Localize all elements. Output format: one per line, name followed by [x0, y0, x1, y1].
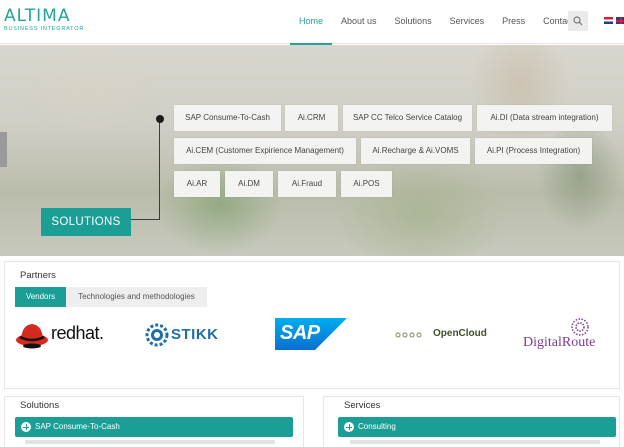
english-flag-icon[interactable] [616, 17, 624, 24]
stikk-wordmark: STIKK [171, 326, 219, 343]
digitalroute-wordmark: DigitalRoute [523, 335, 596, 350]
main-nav: Home About us Solutions Services Press C… [290, 0, 583, 45]
plus-icon [344, 422, 354, 432]
redhat-logo[interactable]: redhat. [15, 314, 115, 354]
digitalroute-dots-icon [571, 318, 589, 336]
stikk-logo[interactable]: STIKK [145, 314, 235, 354]
solution-ai-ar[interactable]: Ai.AR [174, 171, 220, 197]
logo-tagline: BUSINESS INTEGRATOR [4, 26, 85, 32]
redhat-wordmark: redhat. [51, 323, 104, 343]
nav-press[interactable]: Press [493, 0, 534, 44]
logo-wordmark: ALTIMA [4, 6, 71, 26]
opencloud-logo[interactable]: OpenCloud [395, 314, 490, 354]
search-icon [573, 16, 583, 26]
nav-about-us[interactable]: About us [332, 0, 386, 44]
services-panel-title: Services [344, 400, 381, 411]
solution-ai-di[interactable]: Ai.DI (Data stream integration) [477, 105, 612, 131]
nav-solutions[interactable]: Solutions [386, 0, 441, 44]
sap-logo[interactable]: SAP [275, 314, 350, 354]
accordion-sap-consume-to-cash[interactable]: SAP Consume-To-Cash [15, 417, 293, 437]
solutions-panel-title: Solutions [20, 400, 60, 411]
faded-text-line [350, 440, 600, 444]
opencloud-dots-icon [395, 332, 422, 338]
solution-sap-cc-telco[interactable]: SAP CC Telco Service Catalog [343, 105, 472, 131]
timeline-line [159, 119, 160, 219]
accordion-label: Consulting [358, 422, 396, 431]
hero-banner: SAP Consume-To-Cash Ai.CRM SAP CC Telco … [0, 45, 624, 256]
timeline-connector [131, 219, 160, 220]
partners-title: Partners [20, 270, 56, 281]
sap-wordmark: SAP [280, 322, 320, 344]
nav-home[interactable]: Home [290, 0, 333, 45]
solution-sap-consume-to-cash[interactable]: SAP Consume-To-Cash [174, 105, 281, 131]
hero-side-tab[interactable] [0, 132, 7, 167]
croatian-flag-icon[interactable] [604, 17, 613, 24]
solution-ai-recharge[interactable]: Ai.Recharge & Ai.VOMS [361, 138, 470, 164]
redhat-hat-icon [16, 324, 48, 349]
opencloud-wordmark: OpenCloud [433, 328, 487, 339]
services-panel: Services Consulting [323, 396, 620, 447]
tab-technologies[interactable]: Technologies and methodologies [66, 287, 207, 307]
tab-vendors[interactable]: Vendors [15, 287, 66, 307]
solution-ai-cem[interactable]: Ai.CEM (Customer Expirience Management) [174, 138, 356, 164]
accordion-consulting[interactable]: Consulting [338, 417, 616, 437]
nav-services[interactable]: Services [441, 0, 494, 44]
solution-ai-pi[interactable]: Ai.PI (Process Integration) [475, 138, 592, 164]
partners-section: Partners Vendors Technologies and method… [4, 261, 620, 389]
faded-text-line [25, 440, 275, 444]
solutions-heading-badge[interactable]: SOLUTIONS [41, 208, 131, 236]
solution-ai-crm[interactable]: Ai.CRM [285, 105, 338, 131]
timeline-dot [156, 115, 164, 123]
altima-logo[interactable]: ALTIMA BUSINESS INTEGRATOR [4, 8, 84, 33]
solution-ai-dm[interactable]: Ai.DM [225, 171, 273, 197]
accordion-label: SAP Consume-To-Cash [35, 422, 120, 431]
plus-icon [21, 422, 31, 432]
solution-ai-pos[interactable]: Ai.POS [341, 171, 392, 197]
search-button[interactable] [568, 11, 588, 31]
site-header: ALTIMA BUSINESS INTEGRATOR Home About us… [0, 0, 624, 45]
solutions-panel: Solutions SAP Consume-To-Cash [4, 396, 304, 447]
solution-ai-fraud[interactable]: Ai.Fraud [278, 171, 336, 197]
digitalroute-logo[interactable]: DigitalRoute [523, 314, 613, 354]
stikk-gear-icon [145, 323, 169, 347]
